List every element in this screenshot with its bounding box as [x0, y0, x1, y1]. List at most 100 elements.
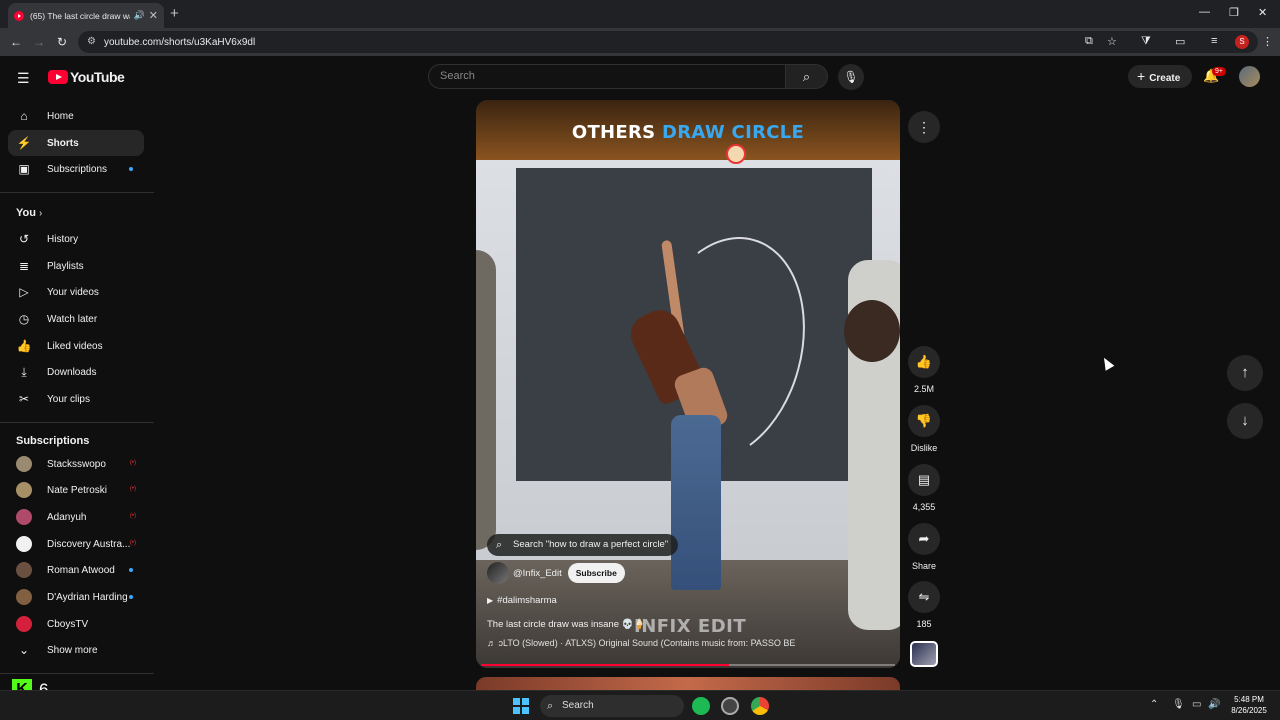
sidebar-item-your-videos[interactable]: ▷ Your videos	[8, 279, 144, 305]
banner-text-blue: DRAW CIRCLE	[662, 122, 805, 143]
back-button[interactable]: ←	[10, 35, 22, 49]
sidebar-channel-adanyuh[interactable]: Adanyuh (•)	[8, 504, 144, 530]
profile-avatar[interactable]: S	[1235, 35, 1249, 49]
next-short-preview[interactable]	[476, 677, 900, 691]
taskbar-clock[interactable]: 5:48 PM 8/26/2025	[1224, 694, 1274, 716]
remix-icon[interactable]: ⇋	[908, 581, 940, 613]
media-controls-icon[interactable]: ≡	[1211, 35, 1217, 47]
search-icon: ⌕	[802, 69, 811, 84]
app-icon[interactable]	[721, 697, 739, 715]
clock-icon: ◷	[18, 312, 30, 326]
sidebar-item-downloads[interactable]: ⤓ Downloads	[8, 359, 144, 385]
dislike-label: Dislike	[910, 443, 938, 453]
bookmark-star-icon[interactable]: ☆	[1107, 35, 1117, 48]
new-content-dot	[129, 595, 133, 599]
sidebar-item-your-clips[interactable]: ✂ Your clips	[8, 386, 144, 412]
volume-icon[interactable]: 🔊	[1208, 699, 1220, 710]
sidebar-item-label: Downloads	[47, 366, 97, 378]
sidebar-item-liked-videos[interactable]: 👍 Liked videos	[8, 333, 144, 359]
channel-handle[interactable]: @Infix_Edit	[513, 568, 562, 579]
sidebar-item-subscriptions[interactable]: ▣ Subscriptions	[8, 156, 144, 182]
sidebar-channel-daydrian-harding[interactable]: D'Aydrian Harding	[8, 584, 144, 610]
music-attribution[interactable]: ♬ ᴐLTO (Slowed) · ATLXS) Original Sound …	[487, 638, 795, 648]
channel-avatar[interactable]	[487, 562, 509, 584]
spotify-icon[interactable]	[692, 697, 710, 715]
more-vert-icon: ⋮	[917, 119, 931, 135]
dislike-action[interactable]: 👎 Dislike	[908, 405, 940, 453]
site-info-icon[interactable]: ⚙	[87, 36, 96, 47]
thumbs-down-icon[interactable]: 👎	[908, 405, 940, 437]
next-short-button[interactable]: ↓	[1227, 403, 1263, 439]
youtube-logo[interactable]: YouTube	[48, 69, 125, 85]
more-options-button[interactable]: ⋮	[908, 111, 940, 143]
history-icon: ↺	[18, 232, 30, 246]
sidebar-channel-discovery[interactable]: Discovery Austra... (•)	[8, 531, 144, 557]
search-input[interactable]: Search	[428, 64, 786, 89]
taskbar-search[interactable]: ⌕ Search	[540, 695, 684, 717]
address-bar[interactable]: ⚙ youtube.com/shorts/u3KaHV6x9dl	[78, 31, 1258, 53]
comment-icon[interactable]: ▤	[908, 464, 940, 496]
browser-menu-icon[interactable]: ⋮	[1262, 35, 1273, 48]
browser-tab-bar: (65) The last circle draw was insane 🔊 ✕…	[0, 0, 1280, 28]
subscribe-button[interactable]: Subscribe	[567, 563, 625, 583]
microphone-icon[interactable]: 🎙	[1172, 699, 1185, 710]
install-app-icon[interactable]: ⧉	[1085, 35, 1093, 48]
minimize-button[interactable]: —	[1199, 6, 1210, 18]
search-button[interactable]: ⌕	[786, 64, 828, 89]
like-action[interactable]: 👍 2.5M	[908, 346, 940, 394]
suggested-search-pill[interactable]: ⌕ Search "how to draw a perfect circle"	[487, 534, 679, 556]
create-button[interactable]: + Create	[1128, 65, 1192, 88]
channel-avatar	[16, 562, 32, 578]
live-indicator-icon: (•)	[129, 540, 136, 546]
your-videos-icon: ▷	[19, 285, 29, 299]
sidebar-item-history[interactable]: ↺ History	[8, 226, 144, 252]
sidebar-item-shorts[interactable]: ⚡ Shorts	[8, 130, 144, 156]
sidebar-channel-cboystv[interactable]: CboysTV	[8, 611, 144, 637]
forward-button[interactable]: →	[33, 35, 45, 49]
share-action[interactable]: ➦ Share	[908, 523, 940, 571]
split-view-icon[interactable]: ▭	[1175, 35, 1185, 48]
sidebar-item-label: Subscriptions	[47, 163, 108, 175]
remix-action[interactable]: ⇋ 185	[908, 581, 940, 629]
thumbs-up-icon[interactable]: 👍	[908, 346, 940, 378]
previous-short-button[interactable]: ↑	[1227, 355, 1263, 391]
sidebar-item-label: Watch later	[47, 313, 98, 325]
youtube-favicon-icon	[14, 10, 24, 21]
sidebar-you-heading[interactable]: You ›	[16, 207, 42, 219]
browser-tab[interactable]: (65) The last circle draw was insane 🔊 ✕	[8, 3, 164, 28]
restore-button[interactable]: ❐	[1229, 6, 1239, 19]
sidebar-item-watch-later[interactable]: ◷ Watch later	[8, 306, 144, 332]
speaker-icon[interactable]: 🔊	[134, 10, 145, 21]
sidebar-divider	[0, 673, 154, 674]
voice-search-button[interactable]: 🎙	[838, 64, 864, 90]
youtube-play-icon	[48, 70, 68, 84]
network-icon[interactable]: ▭	[1192, 699, 1201, 710]
tray-chevron-up-icon[interactable]: ⌃	[1150, 699, 1158, 710]
sound-thumbnail[interactable]	[910, 641, 938, 667]
chrome-icon[interactable]	[751, 697, 769, 715]
new-tab-button[interactable]: +	[170, 5, 179, 22]
show-more-button[interactable]: ⌄ Show more	[8, 637, 144, 663]
video-progress-fill	[481, 664, 730, 666]
close-window-button[interactable]: ✕	[1258, 6, 1267, 19]
shorts-icon: ⚡	[16, 136, 32, 150]
sidebar-channel-roman-atwood[interactable]: Roman Atwood	[8, 557, 144, 583]
extensions-icon[interactable]: ⧩	[1141, 35, 1151, 48]
home-icon: ⌂	[20, 109, 28, 123]
reload-button[interactable]: ↻	[57, 35, 67, 49]
live-indicator-icon: (•)	[129, 460, 136, 466]
sidebar-channel-nate-petroski[interactable]: Nate Petroski (•)	[8, 477, 144, 503]
shorts-video-player[interactable]: OTHERS DRAW CIRCLE INFIX EDIT ⌕ Search "h…	[476, 100, 900, 668]
sidebar-item-home[interactable]: ⌂ Home	[8, 103, 144, 129]
sidebar-channel-stacksswopo[interactable]: Stacksswopo (•)	[8, 451, 144, 477]
account-avatar[interactable]	[1239, 66, 1260, 87]
hashtag-row[interactable]: ▶ #dalimsharma	[487, 595, 557, 606]
windows-start-icon[interactable]	[513, 698, 529, 714]
comments-action[interactable]: ▤ 4,355	[908, 464, 940, 512]
close-tab-icon[interactable]: ✕	[149, 9, 158, 22]
sidebar-item-playlists[interactable]: ≣ Playlists	[8, 253, 144, 279]
video-watermark: INFIX EDIT	[634, 616, 747, 637]
video-progress-bar[interactable]	[481, 664, 895, 666]
menu-icon[interactable]: ☰	[17, 70, 30, 87]
share-icon[interactable]: ➦	[908, 523, 940, 555]
